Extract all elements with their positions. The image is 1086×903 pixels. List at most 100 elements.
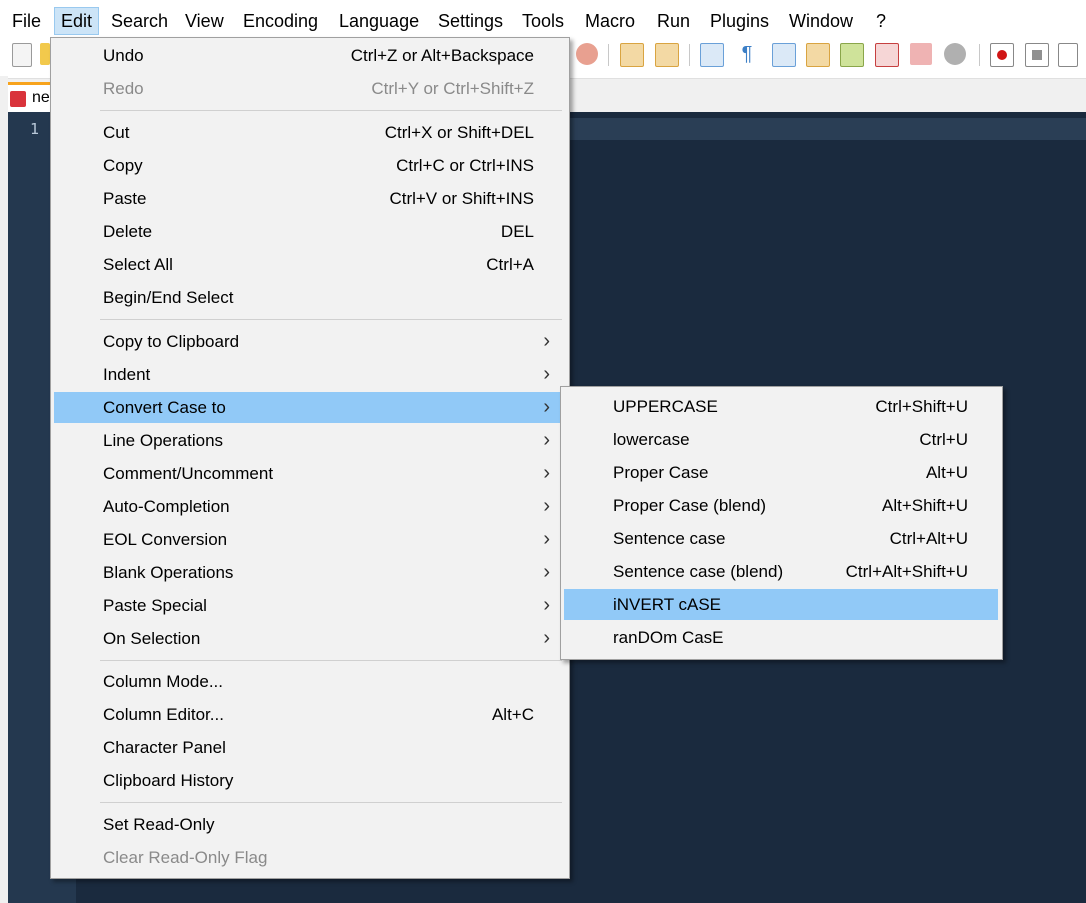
menu-item-select-all[interactable]: Select All Ctrl+A — [54, 249, 564, 280]
pdf-icon[interactable] — [875, 43, 899, 67]
menu-search[interactable]: Search — [105, 8, 174, 34]
window-edge — [0, 76, 8, 903]
menu-item-label: UPPERCASE — [613, 397, 718, 416]
edit-menu: Undo Ctrl+Z or Alt+Backspace Redo Ctrl+Y o… — [50, 37, 570, 879]
menu-separator — [100, 110, 562, 111]
zoom-out-icon[interactable] — [655, 43, 679, 67]
menu-item-character-panel[interactable]: Character Panel — [54, 732, 564, 763]
function-list-icon[interactable] — [840, 43, 864, 67]
chevron-right-icon: › — [543, 396, 550, 418]
menu-item-label: Indent — [103, 365, 151, 384]
menu-item-cut[interactable]: Cut Ctrl+X or Shift+DEL — [54, 117, 564, 148]
menu-item-sentence-case-blend[interactable]: Sentence case (blend) Ctrl+Alt+Shift+U — [564, 556, 998, 587]
menu-item-label: Clear Read-Only Flag — [103, 848, 268, 867]
toolbar-separator — [608, 44, 609, 66]
tab-label: ne — [32, 89, 50, 106]
document-tab[interactable]: ne — [4, 82, 56, 113]
menu-item-shortcut: Alt+U — [925, 463, 968, 482]
stop-macro-icon[interactable] — [1025, 43, 1049, 67]
menu-item-set-read-only[interactable]: Set Read-Only — [54, 809, 564, 840]
menu-separator — [100, 319, 562, 320]
chevron-right-icon: › — [543, 429, 550, 451]
menu-item-label: Begin/End Select — [103, 288, 234, 307]
menu-item-label: Proper Case (blend) — [613, 496, 767, 515]
folder-icon[interactable] — [910, 43, 932, 65]
menu-item-label: Sentence case — [613, 529, 726, 548]
menu-file[interactable]: File — [6, 8, 47, 34]
menu-item-line-operations[interactable]: Line Operations › — [54, 425, 564, 456]
menu-item-convert-case[interactable]: Convert Case to › — [54, 392, 564, 423]
menu-item-label: Proper Case — [613, 463, 709, 482]
zoom-in-icon[interactable] — [620, 43, 644, 67]
menu-window[interactable]: Window — [783, 8, 859, 34]
menu-item-clipboard-history[interactable]: Clipboard History — [54, 765, 564, 796]
line-number: 1 — [30, 120, 40, 138]
menu-item-proper-case-blend[interactable]: Proper Case (blend) Alt+Shift+U — [564, 490, 998, 521]
menu-item-paste[interactable]: Paste Ctrl+V or Shift+INS — [54, 183, 564, 214]
indent-guide-icon[interactable] — [772, 43, 796, 67]
menu-item-sentence-case[interactable]: Sentence case Ctrl+Alt+U — [564, 523, 998, 554]
wrap-icon[interactable] — [700, 43, 724, 67]
menu-item-column-mode[interactable]: Column Mode... — [54, 666, 564, 697]
menu-item-random-case[interactable]: ranDOm CasE — [564, 622, 998, 653]
monitor-icon[interactable] — [944, 43, 966, 65]
menu-macro[interactable]: Macro — [579, 8, 641, 34]
menu-run[interactable]: Run — [651, 8, 696, 34]
menu-item-paste-special[interactable]: Paste Special › — [54, 590, 564, 621]
find-icon[interactable] — [576, 43, 598, 65]
menu-item-shortcut: Ctrl+A — [486, 255, 534, 274]
menu-item-label: Convert Case to — [103, 398, 226, 417]
menu-item-shortcut: DEL — [500, 222, 534, 241]
menu-plugins[interactable]: Plugins — [704, 8, 775, 34]
save-state-icon — [10, 91, 26, 107]
menu-language[interactable]: Language — [333, 8, 425, 34]
record-macro-icon[interactable] — [990, 43, 1014, 67]
menu-item-redo[interactable]: Redo Ctrl+Y or Ctrl+Shift+Z — [54, 73, 564, 104]
menu-view[interactable]: View — [179, 8, 230, 34]
menu-item-copy-to-clipboard[interactable]: Copy to Clipboard › — [54, 326, 564, 357]
menu-item-label: lowercase — [613, 430, 690, 449]
doc-map-icon[interactable] — [806, 43, 830, 67]
menu-item-undo[interactable]: Undo Ctrl+Z or Alt+Backspace — [54, 40, 564, 71]
menu-encoding[interactable]: Encoding — [237, 8, 324, 34]
chevron-right-icon: › — [543, 330, 550, 352]
menu-help[interactable]: ? — [870, 8, 892, 34]
menu-item-delete[interactable]: Delete DEL — [54, 216, 564, 247]
menu-item-label: Copy — [103, 156, 143, 175]
show-all-chars-icon[interactable]: ¶ — [736, 43, 758, 65]
chevron-right-icon: › — [543, 627, 550, 649]
menu-edit[interactable]: Edit — [54, 7, 100, 35]
menu-item-column-editor[interactable]: Column Editor... Alt+C — [54, 699, 564, 730]
menu-item-indent[interactable]: Indent › — [54, 359, 564, 390]
menu-settings[interactable]: Settings — [432, 8, 509, 34]
menu-item-blank-operations[interactable]: Blank Operations › — [54, 557, 564, 588]
menu-item-uppercase[interactable]: UPPERCASE Ctrl+Shift+U — [564, 391, 998, 422]
menu-item-label: Paste — [103, 189, 147, 208]
stop-square — [1032, 50, 1042, 60]
menu-tools[interactable]: Tools — [516, 8, 570, 34]
menu-item-label: Select All — [103, 255, 173, 274]
menu-item-label: On Selection — [103, 629, 201, 648]
play-macro-icon[interactable] — [1058, 43, 1078, 67]
menu-item-clear-read-only[interactable]: Clear Read-Only Flag — [54, 842, 564, 873]
menu-item-shortcut: Ctrl+C or Ctrl+INS — [396, 156, 534, 175]
menu-item-proper-case[interactable]: Proper Case Alt+U — [564, 457, 998, 488]
menu-item-label: Cut — [103, 123, 130, 142]
menu-item-shortcut: Alt+Shift+U — [882, 496, 968, 515]
menu-item-shortcut: Ctrl+X or Shift+DEL — [384, 123, 534, 142]
new-file-icon[interactable] — [12, 43, 32, 67]
menu-item-on-selection[interactable]: On Selection › — [54, 623, 564, 654]
menu-item-copy[interactable]: Copy Ctrl+C or Ctrl+INS — [54, 150, 564, 181]
menu-item-comment-uncomment[interactable]: Comment/Uncomment › — [54, 458, 564, 489]
menu-item-shortcut: Ctrl+U — [919, 430, 968, 449]
menu-item-label: Sentence case (blend) — [613, 562, 784, 581]
menu-item-auto-completion[interactable]: Auto-Completion › — [54, 491, 564, 522]
menu-bar: File Edit Search View Encoding Language … — [0, 0, 1086, 40]
open-file-icon[interactable] — [40, 43, 50, 65]
menu-item-invert-case[interactable]: iNVERT cASE — [564, 589, 998, 620]
menu-item-begin-end-select[interactable]: Begin/End Select — [54, 282, 564, 313]
menu-item-eol-conversion[interactable]: EOL Conversion › — [54, 524, 564, 555]
menu-item-lowercase[interactable]: lowercase Ctrl+U — [564, 424, 998, 455]
toolbar-separator — [689, 44, 690, 66]
menu-item-label: Set Read-Only — [103, 815, 215, 834]
